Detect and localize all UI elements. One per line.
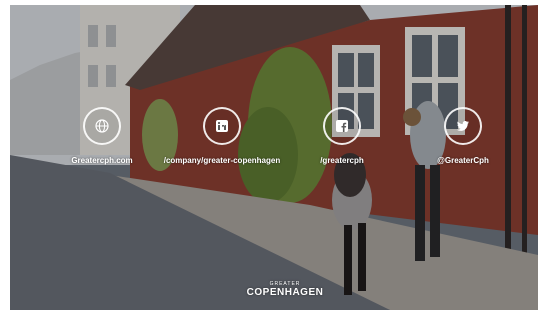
website-link-label[interactable]: Greatercph.com xyxy=(42,156,162,165)
facebook-link-label[interactable]: /greatercph xyxy=(282,156,402,165)
social-link-twitter[interactable]: @GreaterCph xyxy=(403,107,523,165)
logo-main-text: COPENHAGEN xyxy=(246,287,324,298)
greater-copenhagen-logo: GREATER COPENHAGEN xyxy=(235,281,335,299)
twitter-icon xyxy=(456,121,469,131)
facebook-link-button[interactable] xyxy=(323,107,361,145)
linkedin-link-button[interactable] xyxy=(203,107,241,145)
social-link-linkedin[interactable]: /company/greater-copenhagen xyxy=(162,107,282,165)
globe-icon xyxy=(95,119,109,133)
hero-banner: Greatercph.com /company/greater-copenhag… xyxy=(10,5,538,310)
twitter-link-label[interactable]: @GreaterCph xyxy=(403,156,523,165)
linkedin-icon xyxy=(216,120,228,132)
social-link-website[interactable]: Greatercph.com xyxy=(42,107,162,165)
facebook-icon xyxy=(336,120,348,132)
social-link-facebook[interactable]: /greatercph xyxy=(282,107,402,165)
twitter-link-button[interactable] xyxy=(444,107,482,145)
linkedin-link-label[interactable]: /company/greater-copenhagen xyxy=(162,156,282,165)
website-link-button[interactable] xyxy=(83,107,121,145)
